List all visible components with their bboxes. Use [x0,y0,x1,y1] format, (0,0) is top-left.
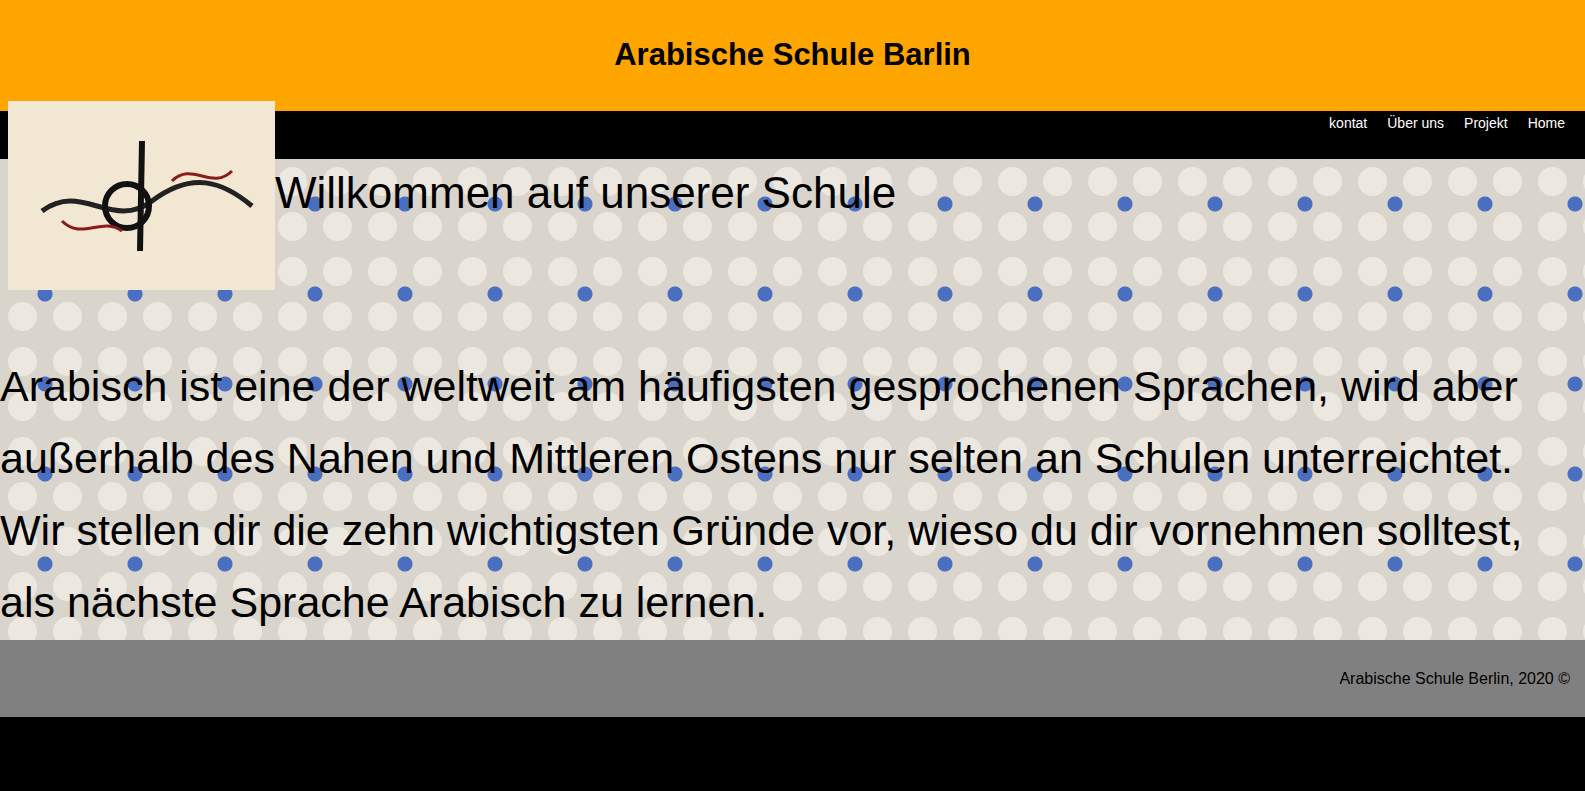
nav-link[interactable]: Projekt [1464,113,1508,133]
calligraphy-icon [22,121,262,271]
bottom-bar [0,717,1585,791]
nav-link[interactable]: kontat [1329,113,1367,133]
nav-link[interactable]: Über uns [1387,113,1444,133]
site-title: Arabische Schule Barlin [614,32,971,79]
intro-paragraph: Arabisch ist eine der weltweit am häufig… [0,350,1585,638]
site-header: Arabische Schule Barlin [0,0,1585,111]
logo-image [8,101,275,290]
page: Arabische Schule Barlin kontat Über uns Pro… [0,0,1585,791]
nav-link[interactable]: Home [1528,113,1565,133]
footer-text: Arabische Schule Berlin, 2020 © [1339,667,1570,691]
site-footer: Arabische Schule Berlin, 2020 © [0,640,1585,717]
